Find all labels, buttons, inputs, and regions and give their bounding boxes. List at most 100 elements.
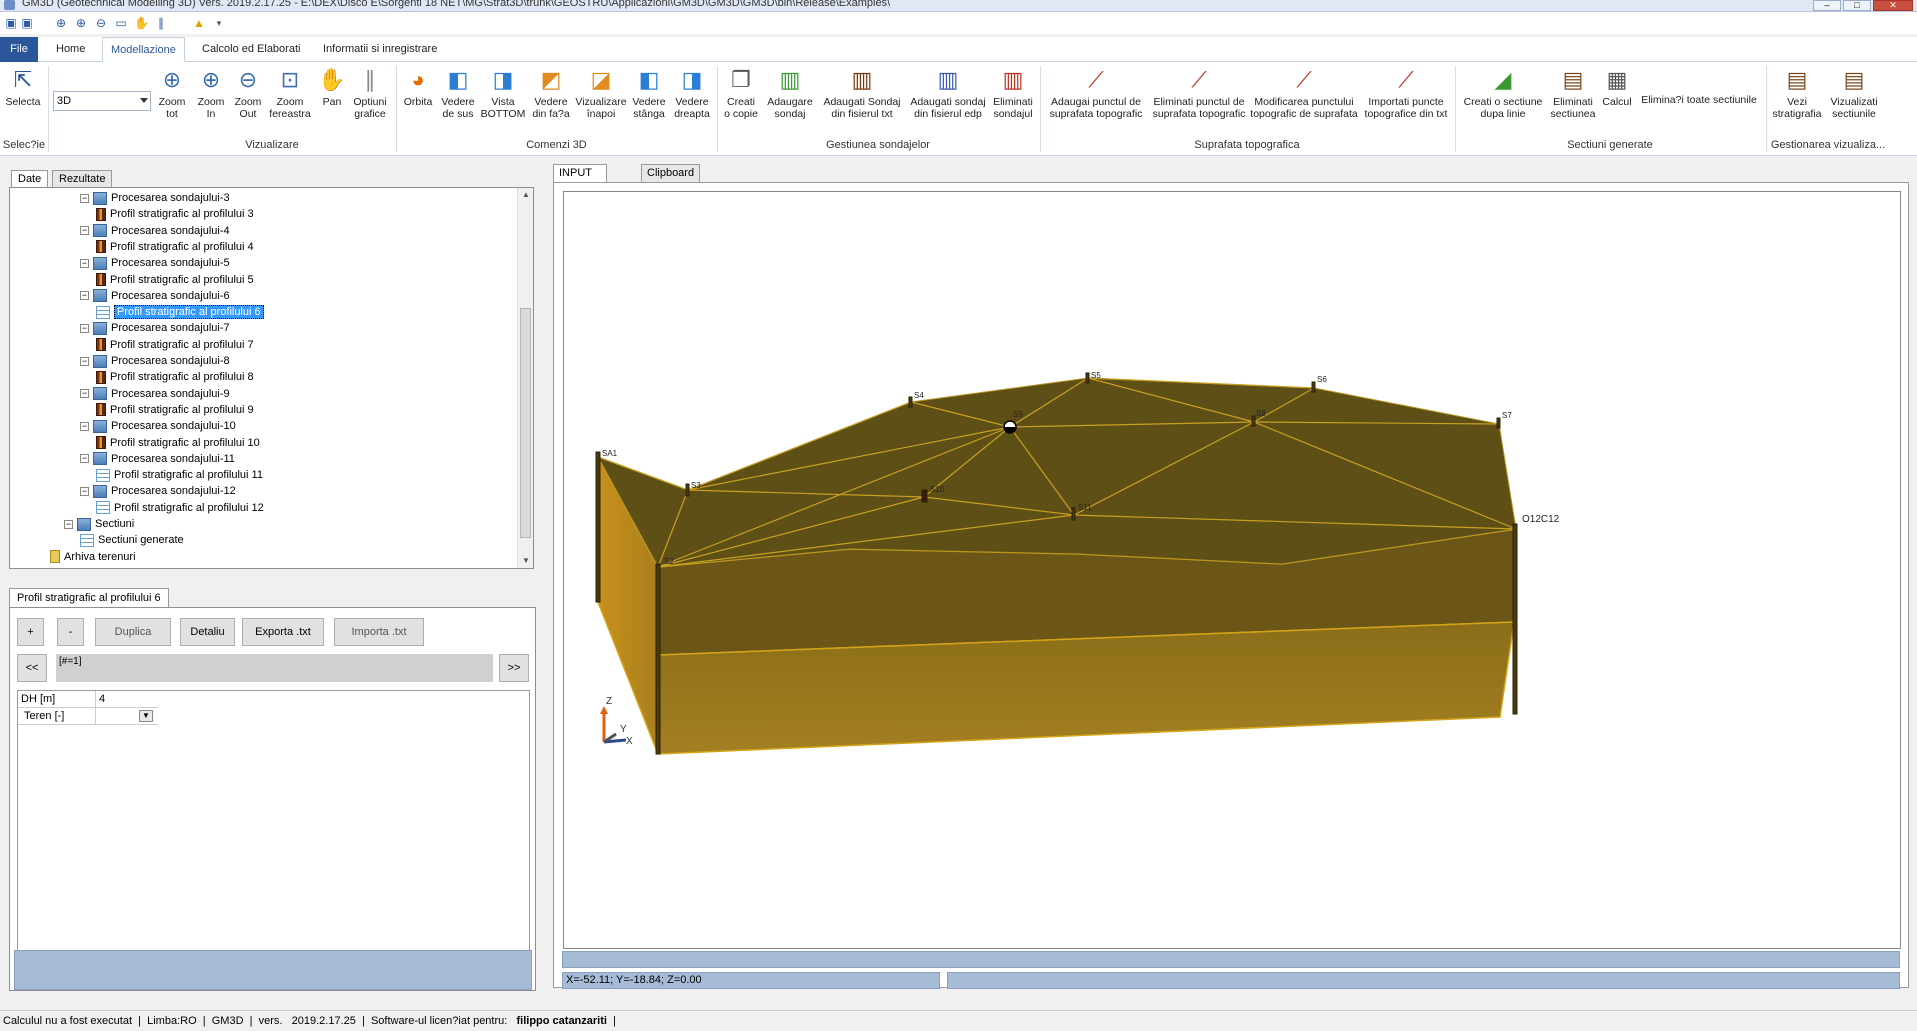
collapse-toggle-icon[interactable]: − xyxy=(80,356,89,366)
back-view-button[interactable]: ◪ Vizualizare înapoi xyxy=(575,66,627,120)
create-section-button[interactable]: ◢ Creati o sectiune dupa linie xyxy=(1460,66,1546,120)
tab-clipboard[interactable]: Clipboard xyxy=(641,164,701,183)
borehole-marker[interactable] xyxy=(1251,415,1256,427)
zoom-window-icon[interactable]: ▭ xyxy=(114,16,128,30)
tree-item[interactable]: − Procesarea sondajului-6 xyxy=(80,288,230,304)
tree-item[interactable]: Profil stratigrafic al profilului 10 xyxy=(96,435,260,451)
warning-icon[interactable]: ▲ xyxy=(192,16,206,30)
tree-scrollbar[interactable]: ▲ ▼ xyxy=(517,188,533,568)
graphic-options-button[interactable]: ∥ Optiuni grafice xyxy=(350,66,390,120)
copy-button[interactable]: ❐ Creati o copie xyxy=(720,66,762,120)
tab-file[interactable]: File xyxy=(0,37,38,62)
borehole-marker[interactable] xyxy=(1311,381,1316,393)
tree-item[interactable]: − Procesarea sondajului-11 xyxy=(80,451,235,467)
add-borehole-edp-button[interactable]: ▥ Adaugati sondaj din fisierul edp xyxy=(908,66,988,120)
zoom-window-button[interactable]: ⊡ Zoom fereastra xyxy=(266,66,314,120)
tab-rezultate[interactable]: Rezultate xyxy=(52,170,113,188)
tab-modellazione[interactable]: Modellazione xyxy=(102,37,185,62)
front-view-button[interactable]: ◩ Vedere din fa?a xyxy=(528,66,574,120)
tab-input-grafic[interactable]: INPUT GRAFIC xyxy=(553,164,607,196)
modify-topo-point-button[interactable]: ⟋ Modificarea punctului topografic de sup… xyxy=(1249,66,1359,120)
next-record-button[interactable]: >> xyxy=(499,654,529,682)
collapse-toggle-icon[interactable]: − xyxy=(64,519,73,529)
tree-item[interactable]: − Procesarea sondajului-4 xyxy=(80,223,230,239)
import-txt-button[interactable]: Importa .txt xyxy=(334,618,424,646)
tree-item[interactable]: Profil stratigrafic al profilului 5 xyxy=(96,272,254,288)
duplicate-button[interactable]: Duplica xyxy=(95,618,171,646)
tab-informatii[interactable]: Informatii si inregistrare xyxy=(315,37,445,62)
left-view-button[interactable]: ◧ Vedere stânga xyxy=(628,66,670,120)
calcul-button[interactable]: ▦ Calcul xyxy=(1599,66,1635,108)
borehole-marker[interactable] xyxy=(1071,507,1076,521)
save-icon[interactable]: ▣ xyxy=(4,16,18,30)
zoom-out-button[interactable]: ⊖ Zoom Out xyxy=(230,66,266,120)
scroll-thumb[interactable] xyxy=(520,308,531,538)
profile-tab[interactable]: Profil stratigrafic al profilului 6 xyxy=(9,588,169,608)
save-as-icon[interactable]: ▣ xyxy=(20,16,34,30)
tree-item[interactable]: − Procesarea sondajului-8 xyxy=(80,353,230,369)
collapse-toggle-icon[interactable]: − xyxy=(80,291,89,301)
borehole-marker[interactable] xyxy=(1496,417,1501,429)
project-tree[interactable]: − Procesarea sondajului-3 Profil stratigra… xyxy=(9,187,534,569)
tree-item[interactable]: Profil stratigrafic al profilului 4 xyxy=(96,239,254,255)
tree-item[interactable]: Profil stratigrafic al profilului 11 xyxy=(96,467,263,483)
borehole-marker[interactable] xyxy=(1512,523,1518,715)
add-topo-point-button[interactable]: ⟋ Adaugai punctul de suprafata topografic xyxy=(1043,66,1149,120)
tree-item[interactable]: − Procesarea sondajului-10 xyxy=(80,418,236,434)
collapse-toggle-icon[interactable]: − xyxy=(80,389,89,399)
borehole-marker[interactable] xyxy=(655,563,661,755)
add-row-button[interactable]: + xyxy=(17,618,44,646)
chevron-down-icon[interactable]: ▼ xyxy=(139,710,153,722)
collapse-toggle-icon[interactable]: − xyxy=(80,193,89,203)
tab-date[interactable]: Date xyxy=(11,170,49,188)
maximize-button[interactable]: □ xyxy=(1843,0,1871,11)
zoom-tot-button[interactable]: ⊕ Zoom tot xyxy=(154,66,190,120)
view-stratigraphy-button[interactable]: ▤ Vezi stratigrafia xyxy=(1770,66,1824,120)
tree-item[interactable]: Profil stratigrafic al profilului 9 xyxy=(96,402,254,418)
options-icon[interactable]: ∥ xyxy=(154,16,168,30)
add-borehole-txt-button[interactable]: ▥ Adaugati Sondaj din fisierul txt xyxy=(817,66,907,120)
tree-item[interactable]: − Sectiuni xyxy=(64,516,134,532)
collapse-toggle-icon[interactable]: − xyxy=(80,421,89,431)
zoom-icon[interactable]: ⊕ xyxy=(54,16,68,30)
borehole-marker[interactable] xyxy=(908,396,913,408)
export-txt-button[interactable]: Exporta .txt xyxy=(242,618,324,646)
view-mode-combo[interactable]: 3D xyxy=(53,91,151,111)
borehole-marker[interactable] xyxy=(685,483,690,497)
zoom-in-icon[interactable]: ⊕ xyxy=(74,16,88,30)
collapse-toggle-icon[interactable]: − xyxy=(80,226,89,236)
right-view-button[interactable]: ◨ Vedere dreapta xyxy=(671,66,713,120)
select-button[interactable]: ⇱ Selecta xyxy=(3,66,43,108)
tree-item[interactable]: Profil stratigrafic al profilului 8 xyxy=(96,369,254,385)
borehole-marker[interactable] xyxy=(921,489,928,503)
remove-row-button[interactable]: - xyxy=(57,618,84,646)
delete-all-sections-button[interactable]: Elimina?i toate sectiunile xyxy=(1637,94,1761,106)
delete-section-button[interactable]: ▤ Eliminati sectiunea xyxy=(1548,66,1598,120)
scroll-up-icon[interactable]: ▲ xyxy=(522,190,530,199)
add-borehole-button[interactable]: ▥ Adaugare sondaj xyxy=(764,66,816,120)
collapse-toggle-icon[interactable]: − xyxy=(80,454,89,464)
tree-item[interactable]: Profil stratigrafic al profilului 7 xyxy=(96,337,254,353)
terrain-dropdown[interactable]: ▼ xyxy=(95,708,155,724)
collapse-toggle-icon[interactable]: − xyxy=(80,258,89,268)
delete-borehole-button[interactable]: ▥ Eliminati sondajul xyxy=(990,66,1036,120)
scroll-down-icon[interactable]: ▼ xyxy=(522,556,530,565)
zoom-out-icon[interactable]: ⊖ xyxy=(94,16,108,30)
import-topo-points-button[interactable]: ⟋ Importati puncte topografice din txt xyxy=(1361,66,1451,120)
tree-item[interactable]: − Procesarea sondajului-12 xyxy=(80,483,236,499)
borehole-marker[interactable] xyxy=(1085,372,1090,384)
tab-home[interactable]: Home xyxy=(48,37,93,62)
zoom-in-button[interactable]: ⊕ Zoom In xyxy=(193,66,229,120)
pan-button[interactable]: ✋ Pan xyxy=(316,66,348,108)
tree-item[interactable]: Profil stratigrafic al profilului 12 xyxy=(96,500,264,516)
orbit-button[interactable]: ◕ Orbita xyxy=(400,66,436,108)
tree-item[interactable]: Profil stratigrafic al profilului 3 xyxy=(96,206,254,222)
tree-item[interactable]: − Procesarea sondajului-7 xyxy=(80,320,230,336)
close-button[interactable]: ✕ xyxy=(1873,0,1913,11)
top-view-button[interactable]: ◧ Vedere de sus xyxy=(437,66,479,120)
tree-item[interactable]: − Procesarea sondajului-5 xyxy=(80,255,230,271)
previous-record-button[interactable]: << xyxy=(17,654,47,682)
tree-item[interactable]: Profil stratigrafic al profilului 6 xyxy=(96,304,264,320)
pan-icon[interactable]: ✋ xyxy=(134,16,149,30)
tree-item[interactable]: Arhiva terenuri xyxy=(50,549,136,565)
